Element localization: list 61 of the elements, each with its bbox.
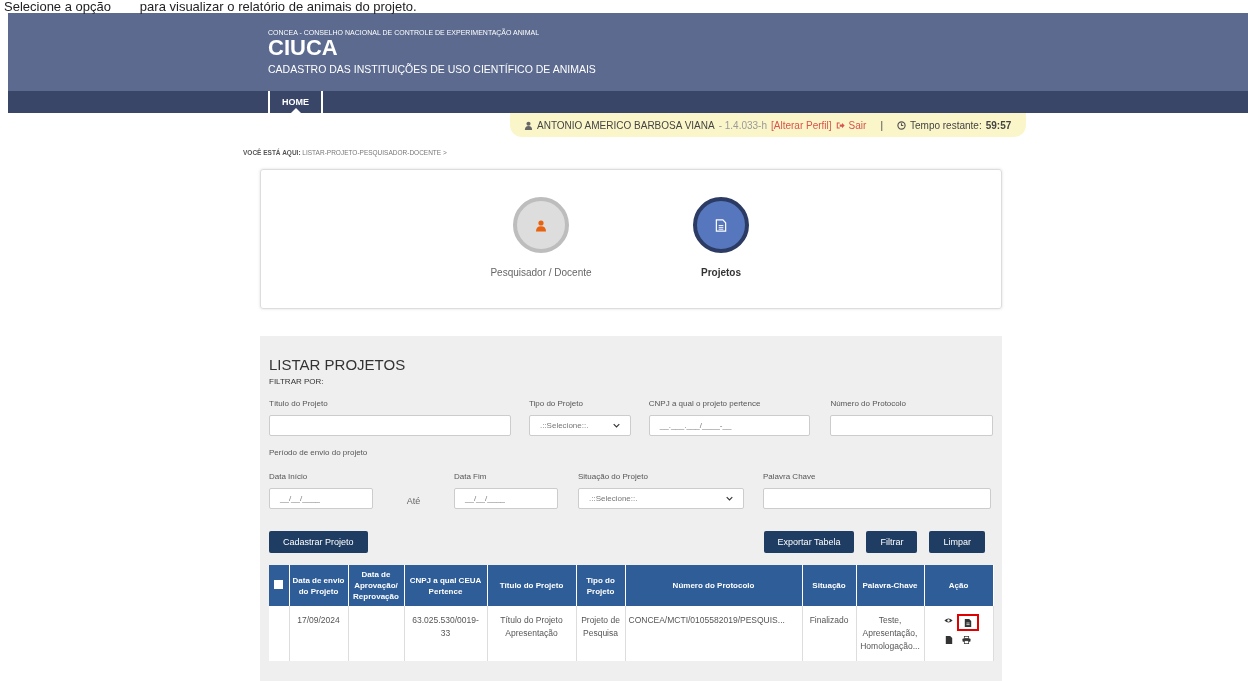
caret-icon <box>612 423 620 428</box>
action-button[interactable]: Filtrar <box>866 531 918 553</box>
table-cell: Finalizado <box>802 606 856 661</box>
date-field[interactable]: __/__/____ <box>269 488 373 509</box>
instruction-text: Selecione a opção para visualizar o relatório de animais do projeto. <box>3 0 418 13</box>
table-cell: CONCEA/MCTI/0105582019/PESQUIS... <box>625 606 802 661</box>
caret-icon <box>726 496 733 501</box>
select-field[interactable]: .::Selecione::. <box>528 415 631 436</box>
logout-icon <box>835 120 845 130</box>
column-header: Tipo do Projeto <box>576 565 625 606</box>
select-field[interactable]: .::Selecione::. <box>578 488 744 509</box>
step-label: Pesquisador / Docente <box>489 267 593 278</box>
period-label: Período de envio do projeto <box>269 448 369 459</box>
user-icon <box>524 120 533 130</box>
timer-value: 59:57 <box>985 119 1012 131</box>
timer-label: Tempo restante: <box>910 119 982 131</box>
logout-link[interactable]: Sair <box>848 119 867 131</box>
version-text: - 1.4.033-h <box>718 119 767 131</box>
column-header: Título do Projeto <box>487 565 576 606</box>
table-cell: 63.025.530/0019-33 <box>404 606 487 661</box>
table-cell: Teste, Apresentação, Homologação... <box>856 606 924 661</box>
change-profile-link[interactable]: [Alterar Perfil] <box>771 119 832 131</box>
field-label: Data Início <box>269 472 309 483</box>
column-header: Situação <box>802 565 856 606</box>
step-circle-button[interactable] <box>693 197 749 253</box>
separator-text: | <box>880 119 883 131</box>
action-button[interactable]: Limpar <box>929 531 985 553</box>
panel-title: LISTAR PROJETOS <box>269 356 407 373</box>
field-label: CNPJ a qual o projeto pertence <box>648 399 762 410</box>
filter-label: FILTRAR POR: <box>269 377 325 386</box>
table-cell: 17/09/2024 <box>289 606 348 661</box>
field-label: Situação do Projeto <box>578 472 649 483</box>
app-subtitle: CADASTRO DAS INSTITUIÇÕES DE USO CIENTÍFICO DE ANIMAIS <box>268 63 597 75</box>
field-label: Título do Projeto <box>269 399 329 410</box>
column-header: Data de Aprovação/ Reprovação <box>348 565 404 606</box>
select-all-checkbox[interactable] <box>274 579 284 589</box>
clock-icon <box>897 120 906 130</box>
register-project-button[interactable]: Cadastrar Projeto <box>269 531 368 553</box>
table-cell: Projeto de Pesquisa <box>576 606 625 661</box>
field-label: Tipo do Projeto <box>528 399 584 410</box>
until-text: Até <box>405 496 422 506</box>
user-name: ANTONIO AMERICO BARBOSA VIANA <box>537 119 715 131</box>
nav-tab[interactable]: HOME <box>268 91 323 113</box>
person-icon <box>535 218 547 232</box>
field-label: Número do Protocolo <box>830 399 907 410</box>
document-icon[interactable] <box>956 614 979 631</box>
column-header: Palavra-Chave <box>856 565 924 606</box>
table-cell: Título do Projeto Apresentação <box>487 606 576 661</box>
app-logo: CIUCA <box>268 36 339 60</box>
field-label: Data Fim <box>454 472 488 483</box>
column-header: CNPJ a qual CEUA Pertence <box>404 565 487 606</box>
action-button[interactable]: Exportar Tabela <box>763 531 855 553</box>
step-label: Projetos <box>700 267 742 278</box>
column-header: Número do Protocolo <box>625 565 802 606</box>
column-header: Ação <box>924 565 993 606</box>
field-label: Palavra Chave <box>763 472 817 483</box>
column-header: Data de envio do Projeto <box>289 565 348 606</box>
input-field[interactable]: __.___.___/____-__ <box>648 415 811 436</box>
date-field[interactable]: __/__/____ <box>454 488 558 509</box>
table-cell <box>348 606 404 661</box>
document-icon <box>715 218 727 232</box>
